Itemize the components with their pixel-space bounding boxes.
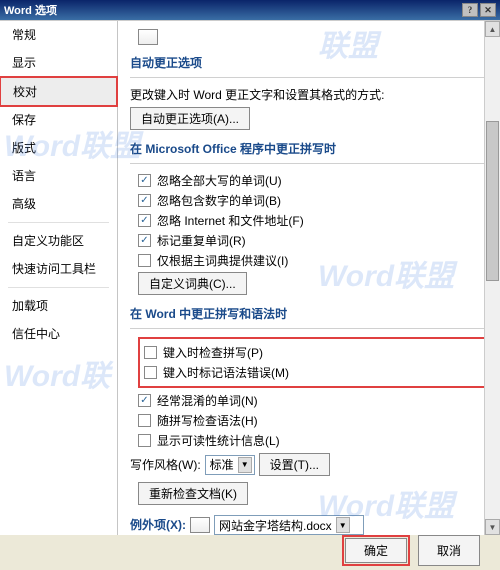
sidebar: Word联盟 Word联 常规 显示 校对 保存 版式 语言 高级 自定义功能区… <box>0 21 118 535</box>
label: 经常混淆的单词(N) <box>157 392 258 409</box>
scroll-down-button[interactable]: ▼ <box>485 519 500 535</box>
close-button[interactable]: ✕ <box>480 3 496 17</box>
sidebar-item-addins[interactable]: 加载项 <box>0 292 117 320</box>
checkbox-ignore-internet[interactable] <box>138 214 151 227</box>
ok-button[interactable]: 确定 <box>345 538 407 563</box>
section-word-spell-title: 在 Word 中更正拼写和语法时 <box>130 305 496 324</box>
btn-label: 自定义词典(C) <box>149 277 226 291</box>
checkbox-main-dict-only[interactable] <box>138 254 151 267</box>
btn-label: 取消 <box>437 544 461 558</box>
section-office-spell-title: 在 Microsoft Office 程序中更正拼写时 <box>130 140 496 159</box>
checkbox-grammar-with-spell[interactable] <box>138 414 151 427</box>
sidebar-label: 版式 <box>12 141 36 155</box>
checkbox-flag-repeat[interactable] <box>138 234 151 247</box>
vertical-scrollbar[interactable]: ▲ ▼ <box>484 21 500 535</box>
writing-style-combo[interactable]: 标准 ▼ <box>205 455 255 475</box>
sidebar-item-advanced[interactable]: 高级 <box>0 190 117 218</box>
sidebar-label: 保存 <box>12 113 36 127</box>
label: 忽略包含数字的单词(B) <box>157 192 281 209</box>
sidebar-separator <box>8 287 109 288</box>
sidebar-label: 快速访问工具栏 <box>12 262 96 276</box>
main-panel: Word联盟 Word联盟 联盟 自动更正选项 更改键入时 Word 更正文字和… <box>118 21 500 535</box>
sidebar-label: 显示 <box>12 56 36 70</box>
btn-label: 确定 <box>364 544 388 558</box>
titlebar: Word 选项 ? ✕ <box>0 0 500 20</box>
sidebar-label: 校对 <box>13 85 37 99</box>
sidebar-separator <box>8 222 109 223</box>
custom-dictionaries-button[interactable]: 自定义词典(C) <box>138 272 247 295</box>
dialog-footer: 确定 取消 <box>342 535 480 566</box>
highlight-box-spellcheck: 键入时检查拼写(P) 键入时标记语法错误(M) <box>138 337 496 388</box>
section-exceptions-title: 例外项(X): <box>130 516 186 535</box>
btn-label: 自动更正选项(A) <box>141 112 229 126</box>
label: 随拼写检查语法(H) <box>157 412 258 429</box>
highlight-box-ok: 确定 <box>342 535 410 566</box>
sidebar-item-proofing[interactable]: 校对 <box>0 76 118 107</box>
chevron-down-icon: ▼ <box>336 517 350 533</box>
checkbox-readability-stats[interactable] <box>138 434 151 447</box>
scroll-thumb[interactable] <box>486 121 499 281</box>
cancel-button[interactable]: 取消 <box>418 535 480 566</box>
label: 键入时标记语法错误(M) <box>163 364 289 381</box>
sidebar-label: 加载项 <box>12 299 48 313</box>
section-autocorrect-title: 自动更正选项 <box>130 54 496 73</box>
sidebar-item-general[interactable]: 常规 <box>0 21 117 49</box>
recheck-document-button[interactable]: 重新检查文档(K) <box>138 482 248 505</box>
exceptions-document-combo[interactable]: 网站金字塔结构.docx ▼ <box>214 515 364 535</box>
checkbox-confused-words[interactable] <box>138 394 151 407</box>
sidebar-item-qat[interactable]: 快速访问工具栏 <box>0 255 117 283</box>
abc-icon <box>138 29 158 45</box>
label: 键入时检查拼写(P) <box>163 344 263 361</box>
label: 忽略全部大写的单词(U) <box>157 172 282 189</box>
sidebar-item-display[interactable]: 显示 <box>0 49 117 77</box>
window-title: Word 选项 <box>4 2 460 18</box>
checkbox-mark-grammar-typing[interactable] <box>144 366 157 379</box>
sidebar-label: 自定义功能区 <box>12 234 84 248</box>
sidebar-item-trust-center[interactable]: 信任中心 <box>0 320 117 348</box>
writing-style-label: 写作风格(W): <box>130 456 201 473</box>
btn-label: 重新检查文档(K) <box>149 487 237 501</box>
sidebar-label: 信任中心 <box>12 327 60 341</box>
sidebar-label: 语言 <box>12 169 36 183</box>
sidebar-item-language[interactable]: 语言 <box>0 162 117 190</box>
label: 仅根据主词典提供建议(I) <box>157 252 288 269</box>
writing-style-settings-button[interactable]: 设置(T) <box>259 453 330 476</box>
btn-label: 设置(T) <box>270 458 309 472</box>
label: 忽略 Internet 和文件地址(F) <box>157 212 304 229</box>
checkbox-ignore-numbers[interactable] <box>138 194 151 207</box>
autocorrect-options-button[interactable]: 自动更正选项(A) <box>130 107 250 130</box>
label: 显示可读性统计信息(L) <box>157 432 280 449</box>
document-icon <box>190 517 210 533</box>
help-button[interactable]: ? <box>462 3 478 17</box>
sidebar-item-custom-ribbon[interactable]: 自定义功能区 <box>0 227 117 255</box>
sidebar-label: 高级 <box>12 197 36 211</box>
combo-value: 网站金字塔结构.docx <box>219 517 332 534</box>
chevron-down-icon: ▼ <box>238 457 252 473</box>
sidebar-item-layout[interactable]: 版式 <box>0 134 117 162</box>
sidebar-item-save[interactable]: 保存 <box>0 106 117 134</box>
autocorrect-description: 更改键入时 Word 更正文字和设置其格式的方式: <box>130 86 384 103</box>
checkbox-check-spell-typing[interactable] <box>144 346 157 359</box>
sidebar-label: 常规 <box>12 28 36 42</box>
combo-value: 标准 <box>210 456 234 473</box>
checkbox-ignore-uppercase[interactable] <box>138 174 151 187</box>
label: 标记重复单词(R) <box>157 232 246 249</box>
scroll-up-button[interactable]: ▲ <box>485 21 500 37</box>
